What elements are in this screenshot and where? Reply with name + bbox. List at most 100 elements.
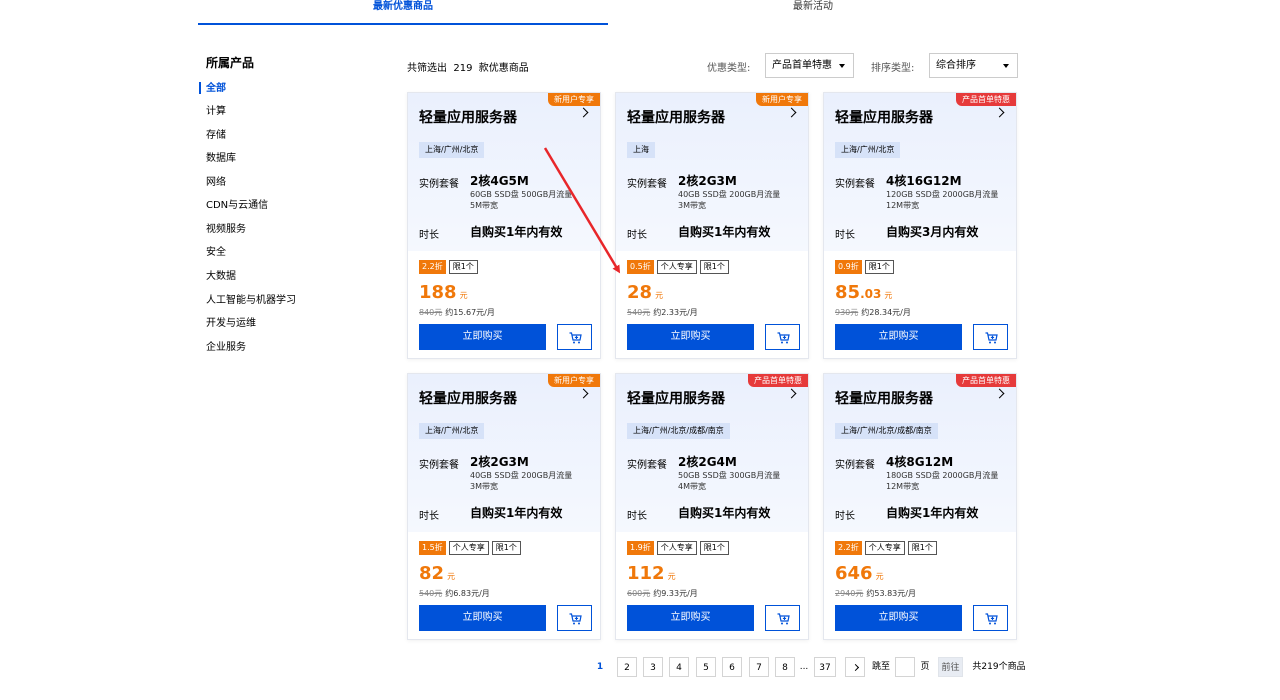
product-title[interactable]: 轻量应用服务器 xyxy=(627,388,725,408)
spec-detail-line: 60GB SSD盘 500GB月流量 xyxy=(470,190,573,199)
pagination-page[interactable]: 2 xyxy=(617,657,637,677)
sidebar-item[interactable]: 企业服务 xyxy=(206,341,246,355)
duration-value: 自购买1年内有效 xyxy=(886,506,979,520)
product-card[interactable]: 产品首单特惠 轻量应用服务器 上海/广州/北京/成都/南京 实例套餐 4核8G12M 18… xyxy=(823,373,1017,640)
buy-now-button[interactable]: 立即购买 xyxy=(627,324,754,350)
price-value: 28 xyxy=(627,282,653,303)
discount-row: 2.2折 个人专享 限1个 xyxy=(835,541,937,555)
duration-label: 时长 xyxy=(419,511,439,522)
sidebar-item[interactable]: 人工智能与机器学习 xyxy=(206,294,296,308)
product-card[interactable]: 新用户专享 轻量应用服务器 上海 实例套餐 2核2G3M 40GB SSD盘 200GB月… xyxy=(615,92,809,359)
product-title[interactable]: 轻量应用服务器 xyxy=(419,107,517,127)
monthly-price: 约6.83元/月 xyxy=(445,589,490,598)
duration-label: 时长 xyxy=(419,230,439,241)
region-tag: 上海/广州/北京/成都/南京 xyxy=(835,423,938,439)
add-to-cart-button[interactable] xyxy=(765,324,800,350)
price-detail: 840元 约15.67元/月 xyxy=(419,307,495,318)
buy-now-button[interactable]: 立即购买 xyxy=(419,324,546,350)
pagination-ellipsis: ... xyxy=(799,662,809,672)
pagination-total: 共219个商品 xyxy=(972,662,1026,672)
region-tag: 上海/广州/北京 xyxy=(419,142,485,158)
price-decimal: .03 xyxy=(860,287,882,301)
monthly-price: 约2.33元/月 xyxy=(653,308,698,317)
spec-value: 2核4G5M xyxy=(470,174,529,188)
chevron-down-icon xyxy=(1003,64,1009,68)
spec-detail: 50GB SSD盘 300GB月流量 4M带宽 xyxy=(678,470,808,492)
tab-latest-events[interactable]: 最新活动 xyxy=(608,0,1018,26)
sidebar-item[interactable]: 开发与运维 xyxy=(206,317,256,331)
limit-tag: 个人专享 xyxy=(656,260,697,274)
price-value: 82 xyxy=(419,563,445,584)
sidebar-item[interactable]: CDN与云通信 xyxy=(206,199,268,213)
discount-row: 1.9折 个人专享 限1个 xyxy=(627,541,729,555)
cart-icon xyxy=(777,613,790,625)
pagination-current-page[interactable]: 1 xyxy=(590,657,610,677)
tab-latest-deals[interactable]: 最新优惠商品 xyxy=(198,0,608,26)
sort-type-value: 综合排序 xyxy=(936,60,976,71)
sidebar-item[interactable]: 视频服务 xyxy=(206,223,246,237)
limit-tag: 个人专享 xyxy=(448,541,489,555)
sidebar-item[interactable]: 网络 xyxy=(206,176,226,190)
product-title[interactable]: 轻量应用服务器 xyxy=(835,388,933,408)
promo-badge: 产品首单特惠 xyxy=(956,93,1016,106)
limit-tag: 限1个 xyxy=(699,260,729,274)
price-value: 646 xyxy=(835,563,873,584)
price: 188 元 xyxy=(419,282,468,303)
product-card[interactable]: 新用户专享 轻量应用服务器 上海/广州/北京 实例套餐 2核2G3M 40GB SSD盘 … xyxy=(407,373,601,640)
product-title[interactable]: 轻量应用服务器 xyxy=(835,107,933,127)
price-value: 112 xyxy=(627,563,665,584)
price-value: 85 xyxy=(835,282,861,303)
buy-now-button[interactable]: 立即购买 xyxy=(419,605,546,631)
price-unit: 元 xyxy=(459,291,468,300)
spec-detail: 60GB SSD盘 500GB月流量 5M带宽 xyxy=(470,189,600,211)
duration-label: 时长 xyxy=(835,230,855,241)
sort-type-select[interactable]: 综合排序 xyxy=(929,53,1018,78)
product-card[interactable]: 新用户专享 轻量应用服务器 上海/广州/北京 实例套餐 2核4G5M 60GB SSD盘 … xyxy=(407,92,601,359)
add-to-cart-button[interactable] xyxy=(973,605,1008,631)
region-tag: 上海/广州/北京/成都/南京 xyxy=(627,423,730,439)
duration-value: 自购买1年内有效 xyxy=(470,506,563,520)
price-unit: 元 xyxy=(655,291,664,300)
discount-tag: 2.2折 xyxy=(835,541,862,555)
pagination-page[interactable]: 3 xyxy=(643,657,663,677)
sidebar-item[interactable]: 全部 xyxy=(206,82,226,96)
discount-type-value: 产品首单特惠 xyxy=(772,60,832,71)
product-title[interactable]: 轻量应用服务器 xyxy=(627,107,725,127)
add-to-cart-button[interactable] xyxy=(557,605,592,631)
spec-value: 2核2G3M xyxy=(678,174,737,188)
pagination-page[interactable]: 4 xyxy=(669,657,689,677)
go-button[interactable]: 前往 xyxy=(938,657,963,677)
pagination-next-button[interactable] xyxy=(845,657,865,677)
spec-detail: 120GB SSD盘 2000GB月流量 12M带宽 xyxy=(886,189,1016,211)
pagination-page[interactable]: 37 xyxy=(814,657,836,677)
buy-now-button[interactable]: 立即购买 xyxy=(627,605,754,631)
pagination-page[interactable]: 8 xyxy=(775,657,795,677)
spec-detail-line: 180GB SSD盘 2000GB月流量 xyxy=(886,471,999,480)
add-to-cart-button[interactable] xyxy=(557,324,592,350)
product-card[interactable]: 产品首单特惠 轻量应用服务器 上海/广州/北京 实例套餐 4核16G12M 120GB S… xyxy=(823,92,1017,359)
add-to-cart-button[interactable] xyxy=(765,605,800,631)
sidebar-item[interactable]: 计算 xyxy=(206,105,226,119)
buy-now-button[interactable]: 立即购买 xyxy=(835,605,962,631)
product-title[interactable]: 轻量应用服务器 xyxy=(419,388,517,408)
price-unit: 元 xyxy=(667,572,676,581)
sidebar-item[interactable]: 安全 xyxy=(206,246,226,260)
pagination-page[interactable]: 6 xyxy=(722,657,742,677)
page-number-input[interactable] xyxy=(895,657,915,677)
pagination-page[interactable]: 5 xyxy=(696,657,716,677)
original-price: 840元 xyxy=(419,308,443,317)
spec-detail-line: 120GB SSD盘 2000GB月流量 xyxy=(886,190,999,199)
sidebar-item[interactable]: 数据库 xyxy=(206,152,236,166)
pagination-page[interactable]: 7 xyxy=(749,657,769,677)
discount-type-select[interactable]: 产品首单特惠 xyxy=(765,53,854,78)
sidebar-item[interactable]: 存储 xyxy=(206,129,226,143)
product-card[interactable]: 产品首单特惠 轻量应用服务器 上海/广州/北京/成都/南京 实例套餐 2核2G4M 50G… xyxy=(615,373,809,640)
buy-now-button[interactable]: 立即购买 xyxy=(835,324,962,350)
sidebar-item[interactable]: 大数据 xyxy=(206,270,236,284)
add-to-cart-button[interactable] xyxy=(973,324,1008,350)
spec-detail: 40GB SSD盘 200GB月流量 3M带宽 xyxy=(470,470,600,492)
region-tag: 上海/广州/北京 xyxy=(835,142,901,158)
region-tag: 上海 xyxy=(627,142,655,158)
promo-badge: 产品首单特惠 xyxy=(956,374,1016,387)
discount-row: 0.5折 个人专享 限1个 xyxy=(627,260,729,274)
